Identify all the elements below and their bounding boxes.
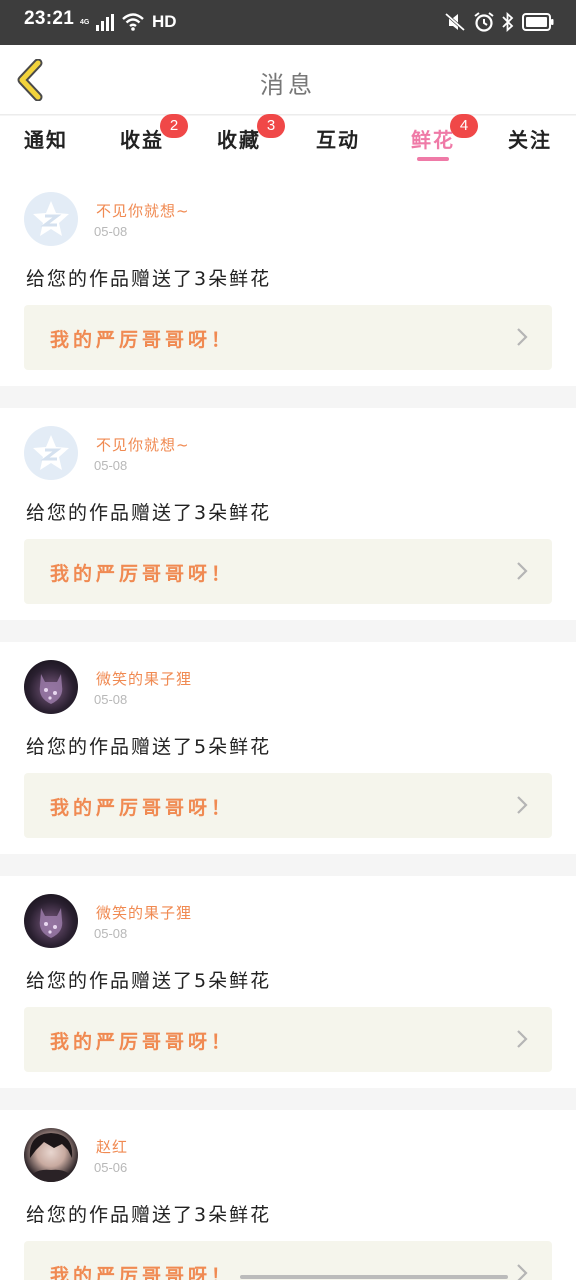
star-logo-icon [33, 201, 69, 236]
message-text: 给您的作品赠送了3朵鲜花 [26, 502, 272, 524]
sender-name[interactable]: 赵红 [96, 1136, 128, 1157]
message-card[interactable]: 微笑的果子狸 05-08 给您的作品赠送了5朵鲜花 我的严厉哥哥呀！ [0, 642, 576, 854]
work-title: 我的严厉哥哥呀！ [50, 1031, 235, 1053]
message-text: 给您的作品赠送了5朵鲜花 [26, 736, 272, 758]
sender-name[interactable]: 微笑的果子狸 [96, 902, 192, 923]
message-date: 05-08 [94, 926, 128, 941]
wifi-icon [122, 13, 144, 31]
alarm-icon [474, 12, 494, 32]
fox-avatar[interactable] [24, 894, 78, 948]
message-date: 05-08 [94, 692, 128, 707]
tab-earnings[interactable]: 收益 2 [120, 114, 188, 153]
work-link[interactable]: 我的严厉哥哥呀！ [24, 1007, 552, 1072]
sender-name[interactable]: 微笑的果子狸 [96, 668, 192, 689]
boy-avatar[interactable] [24, 1128, 78, 1182]
signal-icon [96, 13, 114, 31]
message-card[interactable]: 赵红 05-06 给您的作品赠送了3朵鲜花 我的严厉哥哥呀！ [0, 1110, 576, 1280]
battery-icon [522, 13, 554, 31]
hd-indicator: HD [152, 12, 177, 31]
tab-label: 关注 [508, 128, 552, 152]
star-logo-icon [33, 435, 69, 470]
tab-flowers[interactable]: 鲜花 4 [411, 114, 478, 153]
default-avatar[interactable] [24, 426, 78, 480]
home-indicator[interactable] [240, 1275, 508, 1279]
work-title: 我的严厉哥哥呀！ [50, 797, 235, 819]
work-link[interactable]: 我的严厉哥哥呀！ [24, 305, 552, 370]
top-bar: 消息 [0, 45, 576, 115]
fox-figure-icon [39, 674, 63, 704]
sender-name[interactable]: 不见你就想~ [96, 434, 190, 455]
unread-badge: 3 [257, 114, 285, 138]
tab-label: 收益 [120, 128, 164, 152]
message-text: 给您的作品赠送了3朵鲜花 [26, 1204, 272, 1226]
mute-icon [445, 12, 465, 32]
fox-avatar[interactable] [24, 660, 78, 714]
network-type: 4G [80, 18, 90, 26]
tab-notice[interactable]: 通知 [24, 124, 68, 153]
fox-figure-icon [39, 908, 63, 938]
message-text: 给您的作品赠送了5朵鲜花 [26, 970, 272, 992]
message-text: 给您的作品赠送了3朵鲜花 [26, 268, 272, 290]
message-card[interactable]: 不见你就想~ 05-08 给您的作品赠送了3朵鲜花 我的严厉哥哥呀！ [0, 174, 576, 386]
work-link[interactable]: 我的严厉哥哥呀！ [24, 773, 552, 838]
tab-label: 互动 [316, 128, 360, 152]
message-date: 05-08 [94, 224, 128, 239]
work-title: 我的严厉哥哥呀！ [50, 329, 235, 351]
unread-badge: 2 [160, 114, 188, 138]
tab-interaction[interactable]: 互动 [316, 124, 360, 153]
chevron-right-icon [517, 1264, 528, 1280]
chevron-right-icon [517, 328, 528, 346]
default-avatar[interactable] [24, 192, 78, 246]
tab-favorites[interactable]: 收藏 3 [217, 114, 285, 153]
tab-label: 鲜花 [411, 128, 455, 152]
work-title: 我的严厉哥哥呀！ [50, 563, 235, 585]
unread-badge: 4 [450, 114, 478, 138]
tab-label: 收藏 [217, 128, 261, 152]
sender-name[interactable]: 不见你就想~ [96, 200, 190, 221]
portrait-icon [28, 1133, 74, 1182]
active-tab-indicator [417, 157, 449, 161]
tab-follow[interactable]: 关注 [508, 124, 552, 153]
message-card[interactable]: 不见你就想~ 05-08 给您的作品赠送了3朵鲜花 我的严厉哥哥呀！ [0, 408, 576, 620]
work-title: 我的严厉哥哥呀！ [50, 1265, 235, 1280]
message-card[interactable]: 微笑的果子狸 05-08 给您的作品赠送了5朵鲜花 我的严厉哥哥呀！ [0, 876, 576, 1088]
work-link[interactable]: 我的严厉哥哥呀！ [24, 539, 552, 604]
page-title: 消息 [260, 71, 316, 99]
chevron-right-icon [517, 1030, 528, 1048]
status-bar: 23:21 4G HD [0, 0, 576, 45]
bluetooth-icon [502, 12, 514, 32]
chevron-right-icon [517, 796, 528, 814]
status-time: 23:21 [24, 8, 75, 29]
message-date: 05-08 [94, 458, 128, 473]
tab-label: 通知 [24, 128, 68, 152]
tab-bar: 通知 收益 2 收藏 3 互动 鲜花 4 关注 [0, 114, 576, 174]
message-date: 05-06 [94, 1160, 128, 1175]
chevron-right-icon [517, 562, 528, 580]
